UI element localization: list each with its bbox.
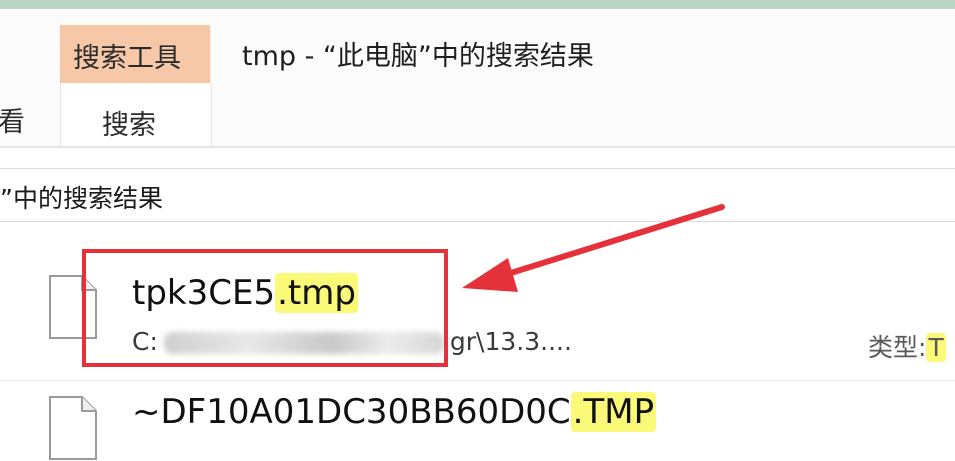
annotation-arrow-icon — [462, 204, 725, 292]
